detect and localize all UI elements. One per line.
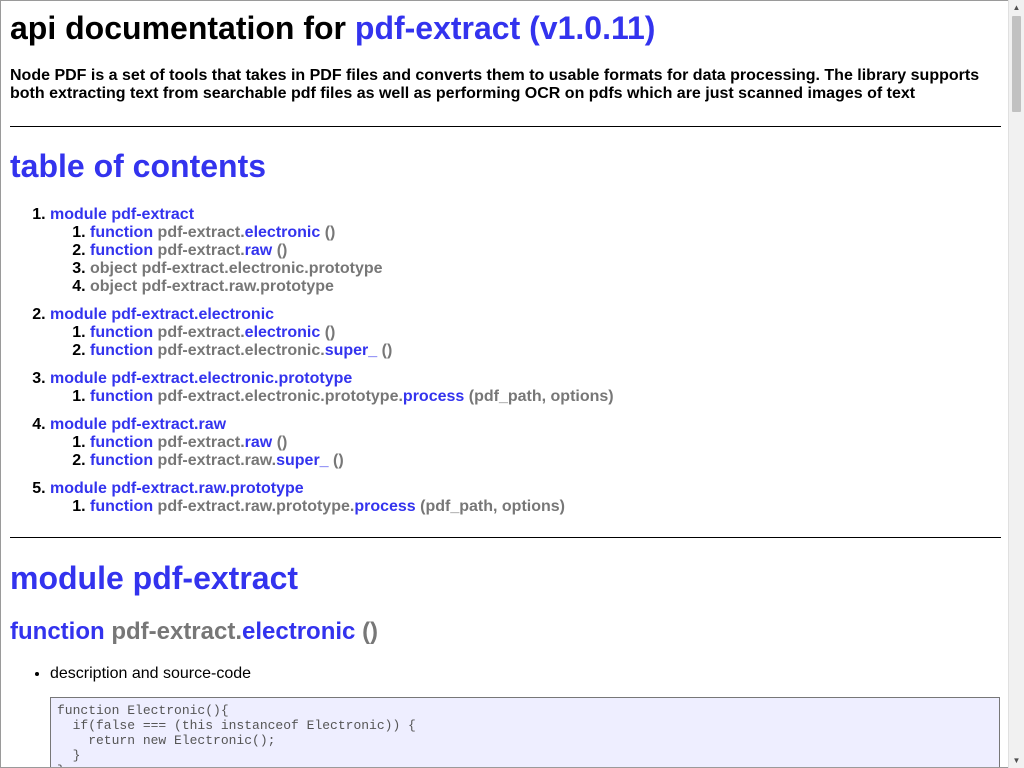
toc-module-link[interactable]: module pdf-extract.raw.prototype	[50, 480, 304, 497]
toc-module-item: module pdf-extractfunction pdf-extract.e…	[50, 206, 614, 296]
toc-sublist: function pdf-extract.electronic.prototyp…	[50, 388, 614, 406]
module-heading: module pdf-extract	[10, 560, 299, 596]
title-prefix: api documentation for	[10, 10, 346, 46]
function-heading: function pdf-extract.electronic ()	[10, 618, 378, 646]
divider-top	[10, 126, 1001, 127]
toc-entry-kind[interactable]: function	[90, 434, 153, 451]
toc-entry-name-link[interactable]: process	[403, 388, 464, 405]
toc-entry-kind[interactable]: function	[90, 242, 153, 259]
function-kind[interactable]: function	[10, 618, 105, 645]
toc-entry-args: ()	[381, 342, 393, 359]
toc-entry-args: ()	[324, 324, 336, 341]
toc-entry-name-link[interactable]: super_	[276, 452, 328, 469]
toc-entry-kind[interactable]: function	[90, 342, 153, 359]
toc-entry-args: ()	[276, 242, 288, 259]
toc-heading: table of contents	[10, 148, 267, 184]
toc-entry-kind[interactable]: function	[90, 452, 153, 469]
toc-entry-name-link[interactable]: electronic	[245, 224, 321, 241]
toc-entry: function pdf-extract.electronic.super_ (…	[90, 342, 614, 360]
function-name[interactable]: electronic	[242, 618, 355, 645]
toc-entry: function pdf-extract.electronic ()	[90, 324, 614, 342]
toc-entry: object pdf-extract.raw.prototype	[90, 278, 614, 296]
toc-sublist: function pdf-extract.electronic ()functi…	[50, 324, 614, 360]
toc-module-link[interactable]: module pdf-extract.raw	[50, 416, 226, 433]
toc-entry-kind: object	[90, 260, 138, 277]
toc-entry: function pdf-extract.raw.super_ ()	[90, 452, 614, 470]
document-viewport: api documentation for pdf-extract (v1.0.…	[0, 0, 1024, 768]
source-code-block: function Electronic(){ if(false === (thi…	[50, 697, 1000, 767]
toc-sublist: function pdf-extract.raw.prototype.proce…	[50, 498, 614, 516]
scroll-thumb[interactable]	[1012, 16, 1021, 112]
toc-entry-args: (pdf_path, options)	[420, 498, 565, 515]
function-prefix: pdf-extract.	[111, 618, 242, 645]
toc-entry-path: pdf-extract.electronic.prototype.	[157, 388, 403, 405]
toc-entry-name-link[interactable]: process	[354, 498, 415, 515]
toc-entry-kind[interactable]: function	[90, 388, 153, 405]
toc-module-link[interactable]: module pdf-extract.electronic	[50, 306, 274, 323]
toc-module-item: module pdf-extract.electronicfunction pd…	[50, 306, 614, 360]
toc-entry-name-link[interactable]: super_	[325, 342, 377, 359]
page-title: api documentation for pdf-extract (v1.0.…	[10, 9, 655, 47]
vertical-scrollbar[interactable]: ▲ ▼	[1008, 0, 1024, 768]
divider-middle	[10, 537, 1001, 538]
scroll-up-arrow-icon[interactable]: ▲	[1009, 0, 1024, 15]
toc-module-item: module pdf-extract.electronic.prototypef…	[50, 370, 614, 406]
toc-entry-kind[interactable]: function	[90, 224, 153, 241]
toc-entry: function pdf-extract.raw ()	[90, 242, 614, 260]
toc-entry-path: pdf-extract.raw.prototype	[141, 278, 334, 295]
toc-entry-path: pdf-extract.raw.	[157, 452, 277, 469]
toc-entry-kind: object	[90, 278, 138, 295]
toc-entry: function pdf-extract.electronic.prototyp…	[90, 388, 614, 406]
description-label: description and source-code	[50, 665, 252, 682]
toc-entry-path: pdf-extract.raw.prototype.	[157, 498, 355, 515]
package-link[interactable]: pdf-extract (v1.0.11)	[355, 10, 656, 46]
toc-entry: function pdf-extract.raw ()	[90, 434, 614, 452]
toc-entry-args: ()	[276, 434, 288, 451]
toc-sublist: function pdf-extract.electronic ()functi…	[50, 224, 614, 296]
toc-entry-kind[interactable]: function	[90, 498, 153, 515]
toc-entry-args: ()	[333, 452, 344, 469]
toc-entry-path: pdf-extract.electronic.	[157, 342, 325, 359]
function-args: ()	[362, 618, 379, 645]
toc-module-link[interactable]: module pdf-extract	[50, 206, 194, 223]
scroll-down-arrow-icon[interactable]: ▼	[1009, 753, 1024, 768]
toc-module-item: module pdf-extract.raw.prototypefunction…	[50, 480, 614, 516]
description-list: description and source-code	[10, 665, 251, 683]
toc-module-link[interactable]: module pdf-extract.electronic.prototype	[50, 370, 352, 387]
toc-entry-kind[interactable]: function	[90, 324, 153, 341]
toc-entry: function pdf-extract.raw.prototype.proce…	[90, 498, 614, 516]
toc-entry-path: pdf-extract.	[157, 242, 245, 259]
toc-entry-path: pdf-extract.	[157, 324, 245, 341]
toc-entry-name-link[interactable]: electronic	[245, 324, 321, 341]
toc-list: module pdf-extractfunction pdf-extract.e…	[10, 206, 614, 526]
toc-entry-args: ()	[324, 224, 336, 241]
toc-entry-path: pdf-extract.	[157, 224, 245, 241]
package-description: Node PDF is a set of tools that takes in…	[10, 67, 980, 102]
toc-sublist: function pdf-extract.raw ()function pdf-…	[50, 434, 614, 470]
toc-entry: object pdf-extract.electronic.prototype	[90, 260, 614, 278]
toc-module-item: module pdf-extract.rawfunction pdf-extra…	[50, 416, 614, 470]
toc-entry-path: pdf-extract.electronic.prototype	[141, 260, 383, 277]
toc-entry-args: (pdf_path, options)	[468, 388, 614, 405]
toc-entry-name-link[interactable]: raw	[245, 242, 273, 259]
description-item: description and source-code	[50, 665, 251, 683]
toc-entry-name-link[interactable]: raw	[245, 434, 273, 451]
toc-entry: function pdf-extract.electronic ()	[90, 224, 614, 242]
toc-entry-path: pdf-extract.	[157, 434, 245, 451]
